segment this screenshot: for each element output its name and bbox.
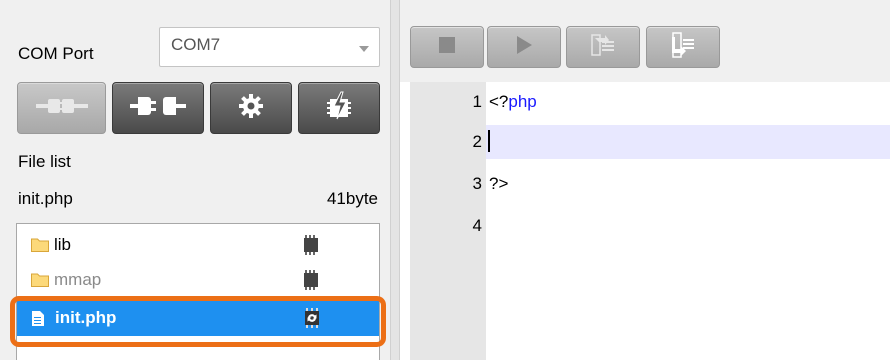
disconnect-button[interactable] [112,82,204,134]
chip-icon [300,269,322,296]
stop-button[interactable] [410,26,484,68]
selected-file-name: init.php [18,189,73,208]
line-number: 1 [472,92,482,111]
run-button[interactable] [487,26,561,68]
line-number: 2 [472,132,482,151]
editor-toolbar [400,0,890,82]
step-into-icon [589,32,617,63]
file-list-label: File list [18,152,71,171]
list-item-selected[interactable]: init.php [17,300,379,336]
settings-button[interactable] [210,82,292,134]
list-item-name: init.php [55,308,117,327]
line-number: 4 [472,216,482,235]
stop-icon [438,36,456,59]
list-item-name: mmap [54,270,102,289]
folder-icon [31,272,49,292]
plug-connect-icon [35,95,88,122]
com-port-select[interactable]: COM7 [159,27,380,67]
code-line-1: <?php [489,92,537,112]
chip-flash-icon [325,91,353,126]
file-icon [31,310,45,332]
step-over-button[interactable] [646,26,720,68]
step-into-button[interactable] [566,26,640,68]
list-item[interactable]: mmap [17,262,379,298]
file-list[interactable]: lib mmap init.php [16,223,380,360]
com-port-value: COM7 [171,35,221,54]
chevron-down-icon [359,46,369,52]
list-item-name: lib [54,235,72,254]
connect-button[interactable] [17,82,106,134]
editor-panel: 1 2 3 4 <?php ?> [400,0,890,360]
current-line-highlight [486,125,890,159]
chip-sync-icon [300,307,324,334]
line-number-gutter: 1 2 3 4 [410,82,486,360]
selected-file-size: 41byte [326,189,378,208]
panel-splitter[interactable] [390,0,400,360]
code-editor[interactable]: <?php ?> [486,82,890,360]
step-over-icon [669,31,697,64]
code-line-3: ?> [489,174,509,193]
flash-button[interactable] [298,82,380,134]
chip-icon [300,234,322,261]
code-text: <?php [489,92,537,111]
play-icon [515,35,533,60]
left-panel: COM Port COM7 File list init.php 41byte … [0,0,390,360]
text-caret [488,130,490,152]
com-port-label: COM Port [18,44,94,63]
folder-icon [31,237,49,257]
line-number: 3 [472,174,482,193]
gear-icon [238,93,264,124]
plug-disconnect-icon [128,93,188,124]
list-item[interactable]: lib [17,227,379,263]
